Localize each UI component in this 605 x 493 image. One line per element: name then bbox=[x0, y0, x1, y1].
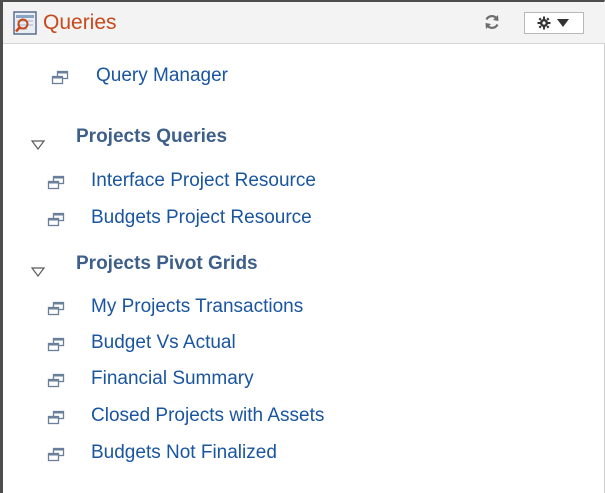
link-icon bbox=[47, 371, 65, 388]
closed-projects-with-assets-link[interactable]: Closed Projects with Assets bbox=[91, 403, 324, 429]
link-icon bbox=[47, 173, 65, 190]
list-item-budgets-project-resource[interactable]: Budgets Project Resource bbox=[3, 205, 603, 231]
list-item-budget-vs-actual[interactable]: Budget Vs Actual bbox=[3, 330, 603, 356]
list-item-query-manager[interactable]: Query Manager bbox=[3, 63, 603, 89]
group-label: Projects Pivot Grids bbox=[76, 253, 258, 274]
link-icon bbox=[47, 445, 65, 462]
link-icon bbox=[51, 68, 69, 85]
query-icon bbox=[13, 11, 37, 35]
link-icon bbox=[47, 299, 65, 316]
budget-vs-actual-link[interactable]: Budget Vs Actual bbox=[91, 330, 236, 356]
my-projects-transactions-link[interactable]: My Projects Transactions bbox=[91, 294, 303, 320]
budgets-not-finalized-link[interactable]: Budgets Not Finalized bbox=[91, 440, 277, 466]
list-item-my-projects-transactions[interactable]: My Projects Transactions bbox=[3, 294, 603, 320]
interface-project-resource-link[interactable]: Interface Project Resource bbox=[91, 168, 316, 194]
list-item-financial-summary[interactable]: Financial Summary bbox=[3, 366, 603, 392]
refresh-button[interactable] bbox=[481, 11, 503, 33]
list-item-interface-project-resource[interactable]: Interface Project Resource bbox=[3, 168, 603, 194]
pagelet-header: Queries bbox=[3, 2, 605, 44]
queries-pagelet: Queries Query Manager Projects Queries I… bbox=[0, 0, 605, 493]
list-item-closed-projects-with-assets[interactable]: Closed Projects with Assets bbox=[3, 403, 603, 429]
chevron-down-icon bbox=[557, 19, 569, 27]
group-header-projects-queries: Projects Queries bbox=[3, 124, 603, 150]
link-icon bbox=[47, 335, 65, 352]
pagelet-title: Queries bbox=[43, 11, 117, 34]
options-button[interactable] bbox=[524, 12, 584, 34]
link-icon bbox=[47, 210, 65, 227]
refresh-icon bbox=[485, 15, 499, 29]
financial-summary-link[interactable]: Financial Summary bbox=[91, 366, 254, 392]
collapse-triangle-icon[interactable] bbox=[30, 259, 46, 277]
query-manager-link[interactable]: Query Manager bbox=[96, 63, 228, 89]
list-item-budgets-not-finalized[interactable]: Budgets Not Finalized bbox=[3, 440, 603, 466]
collapse-triangle-icon[interactable] bbox=[30, 132, 46, 150]
budgets-project-resource-link[interactable]: Budgets Project Resource bbox=[91, 205, 312, 231]
link-icon bbox=[47, 408, 65, 425]
group-label: Projects Queries bbox=[76, 126, 228, 147]
group-header-projects-pivot-grids: Projects Pivot Grids bbox=[3, 251, 603, 277]
gear-icon bbox=[537, 16, 551, 30]
